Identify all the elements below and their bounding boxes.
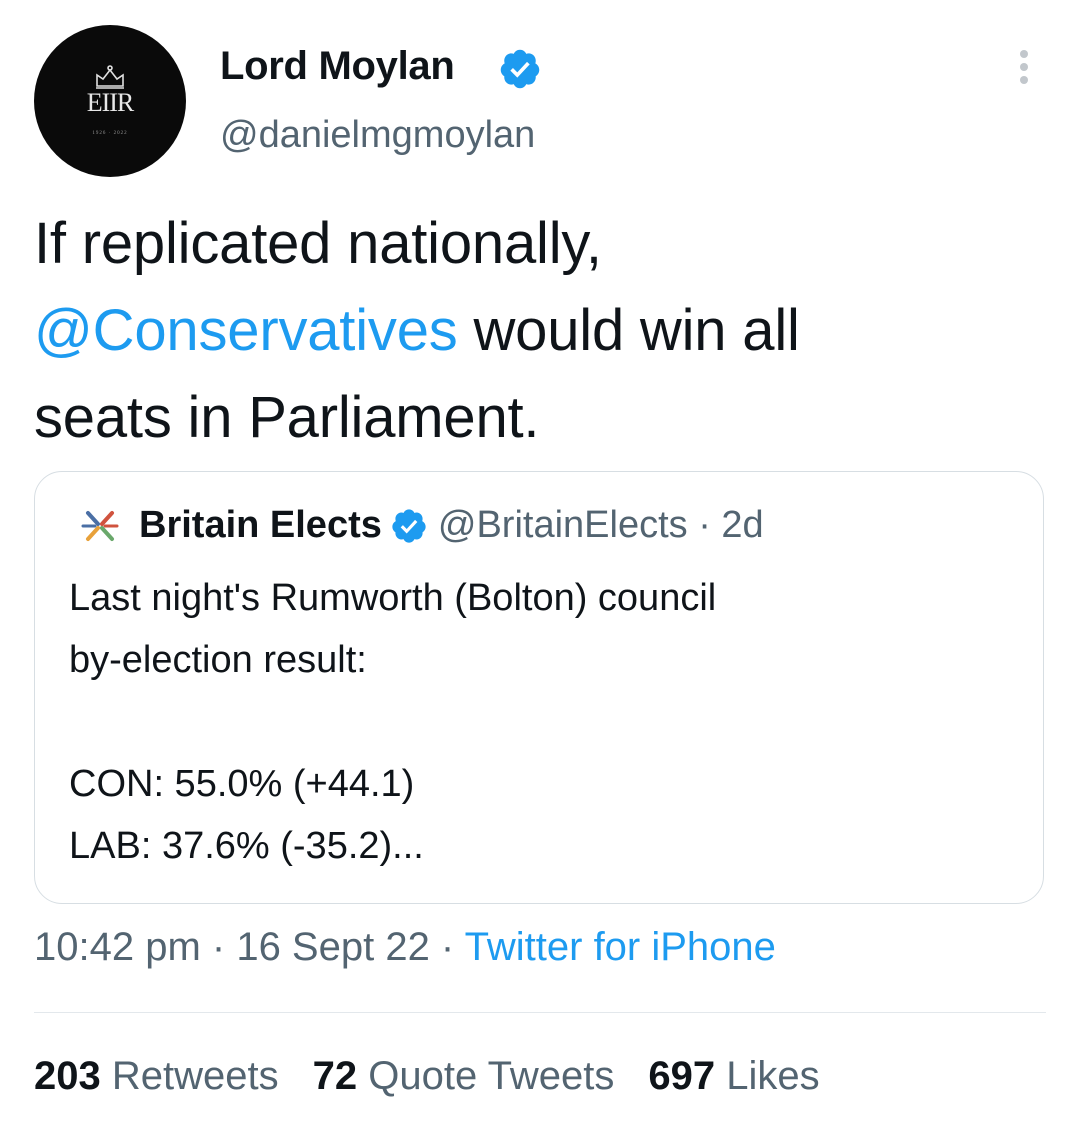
quote-tweets-stat[interactable]: 72 Quote Tweets (313, 1054, 615, 1098)
quote-tweets-label: Quote Tweets (368, 1054, 615, 1098)
retweets-stat[interactable]: 203 Retweets (34, 1054, 279, 1098)
likes-label: Likes (726, 1054, 820, 1098)
verified-badge-icon (500, 49, 540, 89)
avatar-cypher: EIIR (86, 88, 135, 117)
quoted-tweet-card[interactable]: Britain Elects @BritainElects · 2d Last … (34, 471, 1044, 904)
quoted-line (69, 691, 1009, 753)
quoted-line: Last night's Rumworth (Bolton) council (69, 577, 717, 619)
tweet-line-2-text: would win all (457, 298, 800, 363)
retweets-count: 203 (34, 1054, 101, 1098)
more-dot (1020, 50, 1028, 58)
britain-elects-logo-icon (81, 510, 119, 541)
quoted-line: CON: 55.0% (+44.1) (69, 763, 415, 805)
tweet-line-2: @Conservatives would win all (34, 287, 1044, 374)
quoted-author-name[interactable]: Britain Elects (139, 504, 382, 547)
divider (34, 1012, 1046, 1013)
quoted-tweet-text: Last night's Rumworth (Bolton) council b… (69, 567, 1009, 877)
quoted-author-handle-time[interactable]: @BritainElects · 2d (438, 504, 764, 547)
author-avatar[interactable]: EIIR 1926 · 2022 (34, 25, 186, 177)
author-name[interactable]: Lord Moylan (220, 44, 455, 89)
tweet-text: If replicated nationally, @Conservatives… (34, 200, 1044, 461)
quoted-line: by-election result: (69, 639, 367, 681)
avatar-dates: 1926 · 2022 (92, 131, 128, 136)
more-vertical-icon[interactable] (1012, 50, 1036, 90)
tweet-line-1: If replicated nationally, (34, 211, 602, 276)
author-handle[interactable]: @danielmgmoylan (220, 114, 535, 157)
engagement-stats: 203 Retweets 72 Quote Tweets 697 Likes (34, 1054, 820, 1099)
more-dot (1020, 76, 1028, 84)
mention-link[interactable]: @Conservatives (34, 298, 458, 363)
retweets-label: Retweets (111, 1054, 279, 1098)
tweet-source-link[interactable]: Twitter for iPhone (465, 925, 776, 969)
quoted-tweet-header: Britain Elects @BritainElects · 2d (79, 504, 764, 547)
tweet-line-3: seats in Parliament. (34, 385, 540, 450)
quoted-line: LAB: 37.6% (-35.2)... (69, 825, 424, 867)
tweet-timestamp[interactable]: 10:42 pm · 16 Sept 22 · (34, 925, 465, 969)
more-dot (1020, 63, 1028, 71)
quote-tweets-count: 72 (312, 1054, 358, 1098)
likes-stat[interactable]: 697 Likes (648, 1054, 819, 1098)
tweet-meta: 10:42 pm · 16 Sept 22 · Twitter for iPho… (34, 925, 776, 970)
verified-badge-icon (392, 508, 426, 543)
likes-count: 697 (648, 1054, 716, 1098)
